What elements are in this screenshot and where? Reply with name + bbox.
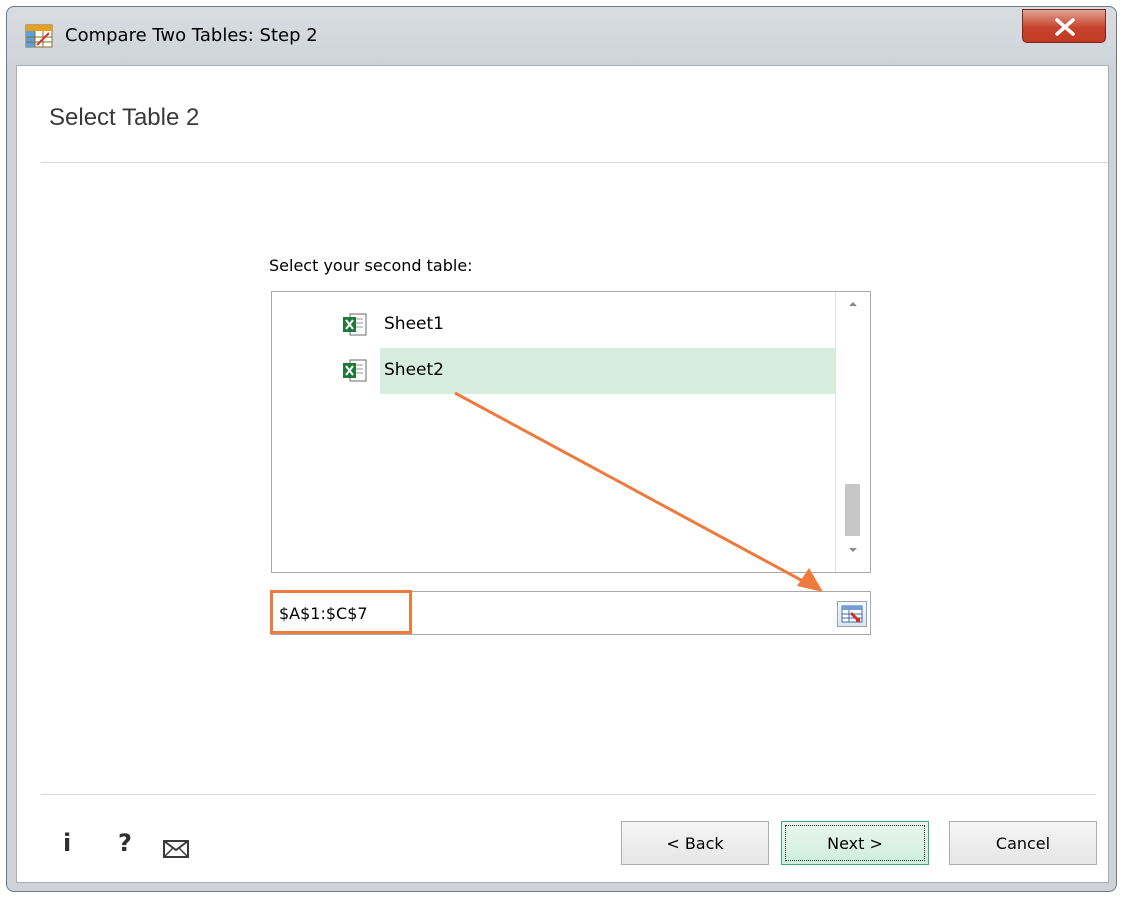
close-icon (1055, 18, 1075, 36)
table-select-label: Select your second table: (269, 256, 473, 275)
cancel-button[interactable]: Cancel (949, 821, 1097, 865)
back-button-label: < Back (666, 833, 724, 853)
list-item-label: Sheet2 (384, 360, 444, 380)
close-button[interactable] (1022, 9, 1106, 43)
excel-sheet-icon (342, 313, 368, 337)
scroll-up-arrow-icon[interactable] (847, 298, 859, 310)
mail-icon[interactable] (163, 837, 189, 858)
scroll-thumb[interactable] (845, 484, 860, 536)
dialog-window: Compare Two Tables: Step 2 Select Table … (6, 6, 1117, 892)
title-bar[interactable]: Compare Two Tables: Step 2 (7, 7, 1116, 65)
header-divider (41, 162, 1108, 163)
range-input[interactable] (279, 600, 819, 626)
select-range-button[interactable] (837, 601, 867, 627)
selection-highlight (380, 348, 836, 394)
next-button[interactable]: Next > (781, 821, 929, 865)
cancel-button-label: Cancel (995, 833, 1051, 853)
list-scrollbar[interactable] (835, 292, 870, 572)
next-button-label: Next > (827, 833, 883, 853)
page-title: Select Table 2 (49, 104, 200, 131)
tables-list[interactable]: Sheet1 Sheet2 (271, 291, 871, 573)
list-item-sheet2[interactable]: Sheet2 (272, 348, 836, 394)
scroll-down-arrow-icon[interactable] (847, 544, 859, 556)
list-item-sheet1[interactable]: Sheet1 (272, 302, 836, 348)
list-item-label: Sheet1 (384, 314, 444, 334)
footer-divider (41, 794, 1096, 795)
range-field (270, 590, 871, 635)
back-button[interactable]: < Back (621, 821, 769, 865)
range-picker-icon (841, 605, 863, 623)
info-icon[interactable]: i (63, 829, 71, 857)
window-title: Compare Two Tables: Step 2 (65, 25, 318, 46)
help-icon[interactable]: ? (118, 829, 132, 857)
excel-sheet-icon (342, 359, 368, 383)
dialog-content: Select Table 2 Select your second table:… (16, 65, 1109, 883)
app-table-icon (25, 23, 53, 49)
